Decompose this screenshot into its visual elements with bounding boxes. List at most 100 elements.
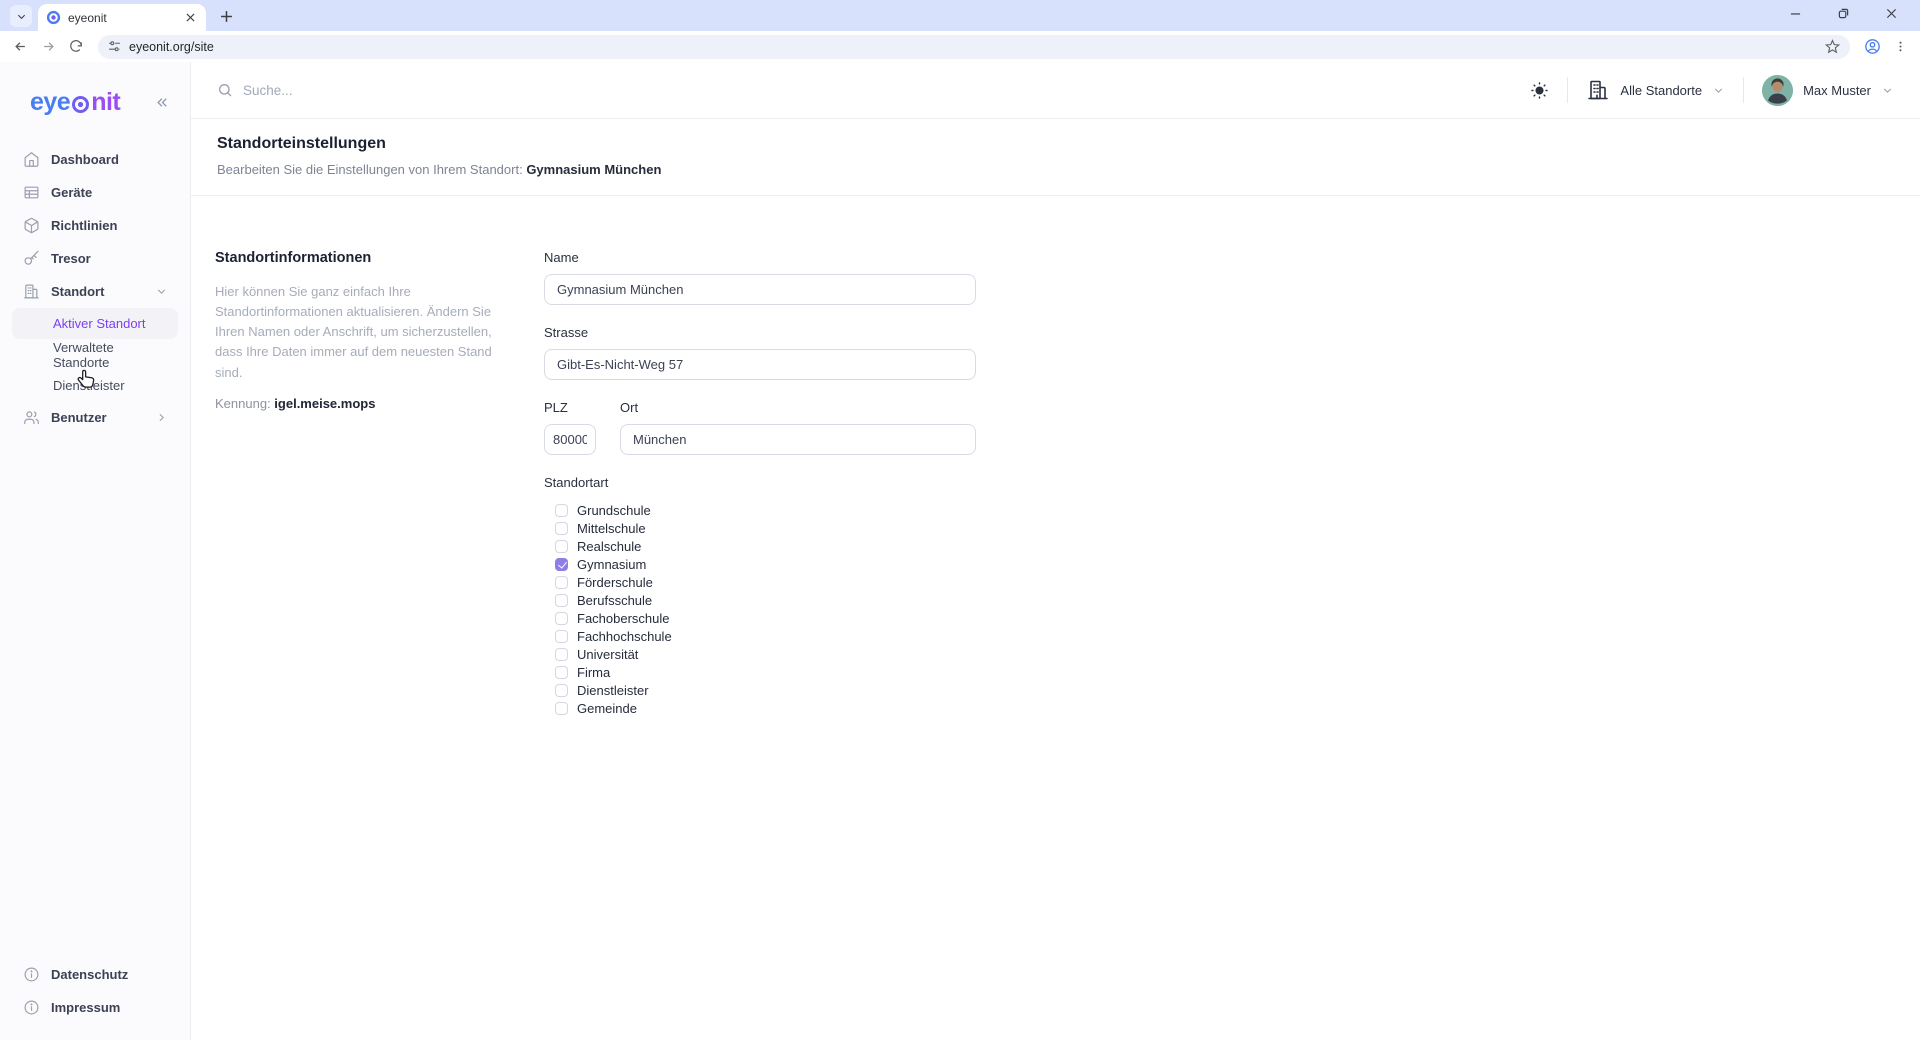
browser-tab[interactable]: eyeonit bbox=[38, 4, 206, 31]
checkbox[interactable] bbox=[555, 648, 568, 661]
sidebar-subitem-verwaltete-standorte[interactable]: Verwaltete Standorte bbox=[12, 339, 178, 370]
package-icon bbox=[22, 217, 40, 235]
sidebar-item-geraete[interactable]: Geräte bbox=[12, 176, 178, 209]
checkbox[interactable] bbox=[555, 558, 568, 571]
url-text: eyeonit.org/site bbox=[129, 40, 1817, 54]
global-search[interactable] bbox=[217, 82, 1530, 98]
reload-icon[interactable] bbox=[64, 35, 88, 59]
window-close-button[interactable] bbox=[1878, 0, 1904, 26]
standortart-option-mittelschule[interactable]: Mittelschule bbox=[555, 522, 976, 535]
checkbox[interactable] bbox=[555, 522, 568, 535]
kennung-row: Kennung: igel.meise.mops bbox=[215, 396, 504, 411]
logo-eye-icon bbox=[70, 92, 91, 114]
ort-field[interactable] bbox=[620, 424, 976, 455]
standortart-option-universitaet[interactable]: Universität bbox=[555, 648, 976, 661]
checkbox[interactable] bbox=[555, 612, 568, 625]
info-icon bbox=[22, 999, 40, 1017]
sidebar-item-standort[interactable]: Standort bbox=[12, 275, 178, 308]
checkbox[interactable] bbox=[555, 594, 568, 607]
checkbox-label: Firma bbox=[577, 665, 610, 680]
checkbox[interactable] bbox=[555, 576, 568, 589]
sidebar-item-benutzer[interactable]: Benutzer bbox=[12, 401, 178, 434]
window-minimize-button[interactable] bbox=[1782, 0, 1808, 26]
key-icon bbox=[22, 250, 40, 268]
standortart-option-realschule[interactable]: Realschule bbox=[555, 540, 976, 553]
sidebar-subitem-label: Dienstleister bbox=[53, 378, 125, 393]
bookmark-star-icon[interactable] bbox=[1825, 39, 1840, 54]
checkbox[interactable] bbox=[555, 504, 568, 517]
sidebar-footer: Datenschutz Impressum bbox=[0, 958, 190, 1040]
app-logo[interactable]: eye nit bbox=[30, 88, 120, 117]
sidebar-item-dashboard[interactable]: Dashboard bbox=[12, 143, 178, 176]
sidebar-subitem-aktiver-standort[interactable]: Aktiver Standort bbox=[12, 308, 178, 339]
home-icon bbox=[22, 151, 40, 169]
standortart-option-berufsschule[interactable]: Berufsschule bbox=[555, 594, 976, 607]
app-window: eye nit Dashboard Geräte bbox=[0, 62, 1920, 1040]
checkbox[interactable] bbox=[555, 666, 568, 679]
users-icon bbox=[22, 409, 40, 427]
sidebar-subitem-label: Verwaltete Standorte bbox=[53, 340, 168, 370]
checkbox-label: Realschule bbox=[577, 539, 641, 554]
divider bbox=[1743, 77, 1744, 103]
main-area: Alle Standorte Max Muster bbox=[191, 62, 1920, 1040]
new-tab-button[interactable] bbox=[214, 4, 238, 28]
plz-field[interactable] bbox=[544, 424, 596, 455]
standortart-option-grundschule[interactable]: Grundschule bbox=[555, 504, 976, 517]
user-menu[interactable]: Max Muster bbox=[1762, 75, 1894, 106]
checkbox-label: Universität bbox=[577, 647, 638, 662]
sidebar-item-tresor[interactable]: Tresor bbox=[12, 242, 178, 275]
checkbox[interactable] bbox=[555, 684, 568, 697]
ort-label: Ort bbox=[620, 400, 976, 415]
buildings-icon bbox=[1586, 78, 1610, 102]
sidebar-item-impressum[interactable]: Impressum bbox=[12, 991, 178, 1024]
checkbox-label: Fachhochschule bbox=[577, 629, 672, 644]
logo-text-1: eye bbox=[30, 88, 70, 117]
browser-menu-icon[interactable] bbox=[1888, 35, 1912, 59]
standortart-option-fachhochschule[interactable]: Fachhochschule bbox=[555, 630, 976, 643]
app-topbar: Alle Standorte Max Muster bbox=[191, 62, 1920, 119]
standortart-option-gemeinde[interactable]: Gemeinde bbox=[555, 702, 976, 715]
checkbox[interactable] bbox=[555, 630, 568, 643]
sidebar-item-label: Tresor bbox=[51, 251, 168, 266]
chevron-down-icon bbox=[16, 11, 27, 22]
sidebar-item-datenschutz[interactable]: Datenschutz bbox=[12, 958, 178, 991]
sidebar-subitem-dienstleister[interactable]: Dienstleister bbox=[12, 370, 178, 401]
search-input[interactable] bbox=[243, 83, 663, 98]
name-field[interactable] bbox=[544, 274, 976, 305]
browser-profile-icon[interactable] bbox=[1860, 35, 1884, 59]
browser-chrome: eyeonit bbox=[0, 0, 1920, 62]
chevron-right-icon bbox=[155, 411, 168, 424]
tab-list-button[interactable] bbox=[10, 5, 32, 27]
back-icon[interactable] bbox=[8, 35, 32, 59]
sidebar-item-label: Richtlinien bbox=[51, 218, 168, 233]
tab-close-icon[interactable] bbox=[182, 10, 198, 26]
sidebar-subitem-label: Aktiver Standort bbox=[53, 316, 146, 331]
tab-title: eyeonit bbox=[68, 11, 175, 25]
checkbox-label: Mittelschule bbox=[577, 521, 646, 536]
standortart-option-firma[interactable]: Firma bbox=[555, 666, 976, 679]
standortart-option-gymnasium[interactable]: Gymnasium bbox=[555, 558, 976, 571]
theme-toggle-sun-icon[interactable] bbox=[1530, 81, 1549, 100]
sidebar-item-label: Impressum bbox=[51, 1000, 168, 1015]
logo-text-2: nit bbox=[91, 88, 120, 117]
checkbox-label: Grundschule bbox=[577, 503, 651, 518]
window-restore-button[interactable] bbox=[1830, 0, 1856, 26]
forward-icon[interactable] bbox=[36, 35, 60, 59]
browser-tabstrip: eyeonit bbox=[0, 0, 1920, 31]
sidebar-item-richtlinien[interactable]: Richtlinien bbox=[12, 209, 178, 242]
standort-scope-selector[interactable]: Alle Standorte bbox=[1586, 78, 1725, 102]
standortart-option-dienstleister[interactable]: Dienstleister bbox=[555, 684, 976, 697]
checkbox[interactable] bbox=[555, 702, 568, 715]
checkbox[interactable] bbox=[555, 540, 568, 553]
chevron-down-icon bbox=[155, 285, 168, 298]
standortart-label: Standortart bbox=[544, 475, 976, 490]
chevron-down-icon bbox=[1881, 84, 1894, 97]
sidebar-collapse-icon[interactable] bbox=[155, 95, 170, 110]
standortart-option-fachoberschule[interactable]: Fachoberschule bbox=[555, 612, 976, 625]
strasse-field[interactable] bbox=[544, 349, 976, 380]
standortart-option-foerderschule[interactable]: Förderschule bbox=[555, 576, 976, 589]
url-bar[interactable]: eyeonit.org/site bbox=[98, 35, 1850, 59]
site-info-icon[interactable] bbox=[108, 40, 121, 53]
strasse-label: Strasse bbox=[544, 325, 976, 340]
sidebar-item-label: Dashboard bbox=[51, 152, 168, 167]
